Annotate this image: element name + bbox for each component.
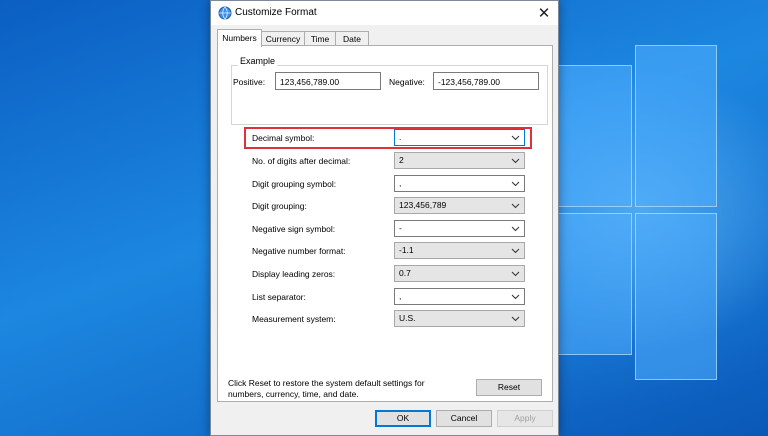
tab-numbers[interactable]: Numbers [217,29,262,47]
positive-example-field: 123,456,789.00 [275,72,381,90]
digit-grouping-select[interactable]: 123,456,789 [394,197,525,214]
tab-time[interactable]: Time [304,31,336,46]
digits-after-decimal-label: No. of digits after decimal: [252,156,351,166]
chevron-down-icon [511,271,520,277]
close-icon: ✕ [537,5,551,22]
display-leading-zeros-value: 0.7 [399,268,411,278]
list-separator-value: , [399,291,402,301]
tab-currency[interactable]: Currency [261,31,305,46]
negative-number-format-label: Negative number format: [252,246,346,256]
display-leading-zeros-select[interactable]: 0.7 [394,265,525,282]
digits-after-decimal-value: 2 [399,155,404,165]
digit-grouping-value: 123,456,789 [399,200,447,210]
chevron-down-icon [511,248,520,254]
negative-number-format-select[interactable]: -1.1 [394,242,525,259]
digit-grouping-symbol-value: , [399,178,402,188]
customize-format-dialog: Customize Format ✕ Numbers Currency Time… [210,0,559,436]
decimal-symbol-value: . [399,132,402,142]
negative-number-format-value: -1.1 [399,245,414,255]
decimal-symbol-select[interactable]: . [394,129,525,146]
digit-grouping-symbol-select[interactable]: , [394,175,525,192]
tab-date[interactable]: Date [335,31,369,46]
negative-example-field: -123,456,789.00 [433,72,539,90]
chevron-down-icon [511,226,520,232]
cancel-button[interactable]: Cancel [436,410,492,427]
chevron-down-icon [511,294,520,300]
decimal-symbol-label: Decimal symbol: [252,133,315,143]
chevron-down-icon [511,316,520,322]
negative-sign-symbol-select[interactable]: - [394,220,525,237]
digits-after-decimal-select[interactable]: 2 [394,152,525,169]
digit-grouping-label: Digit grouping: [252,201,307,211]
reset-button[interactable]: Reset [476,379,542,396]
positive-label: Positive: [233,77,266,87]
measurement-system-label: Measurement system: [252,314,336,324]
numbers-tab-panel: Example Positive: 123,456,789.00 Negativ… [217,45,553,402]
globe-settings-icon [218,6,232,20]
windows-logo [555,45,717,385]
close-button[interactable]: ✕ [530,1,558,25]
chevron-down-icon [511,203,520,209]
ok-button[interactable]: OK [375,410,431,427]
measurement-system-select[interactable]: U.S. [394,310,525,327]
title-bar: Customize Format ✕ [211,1,558,25]
digit-grouping-symbol-label: Digit grouping symbol: [252,179,337,189]
list-separator-select[interactable]: , [394,288,525,305]
reset-instructions: Click Reset to restore the system defaul… [228,378,425,399]
chevron-down-icon [511,135,520,141]
apply-button[interactable]: Apply [497,410,553,427]
chevron-down-icon [511,158,520,164]
list-separator-label: List separator: [252,292,306,302]
negative-sign-symbol-value: - [399,223,402,233]
chevron-down-icon [511,181,520,187]
measurement-system-value: U.S. [399,313,416,323]
display-leading-zeros-label: Display leading zeros: [252,269,336,279]
dialog-title: Customize Format [235,7,317,18]
negative-sign-symbol-label: Negative sign symbol: [252,224,336,234]
example-heading: Example [238,56,278,66]
negative-label: Negative: [389,77,425,87]
